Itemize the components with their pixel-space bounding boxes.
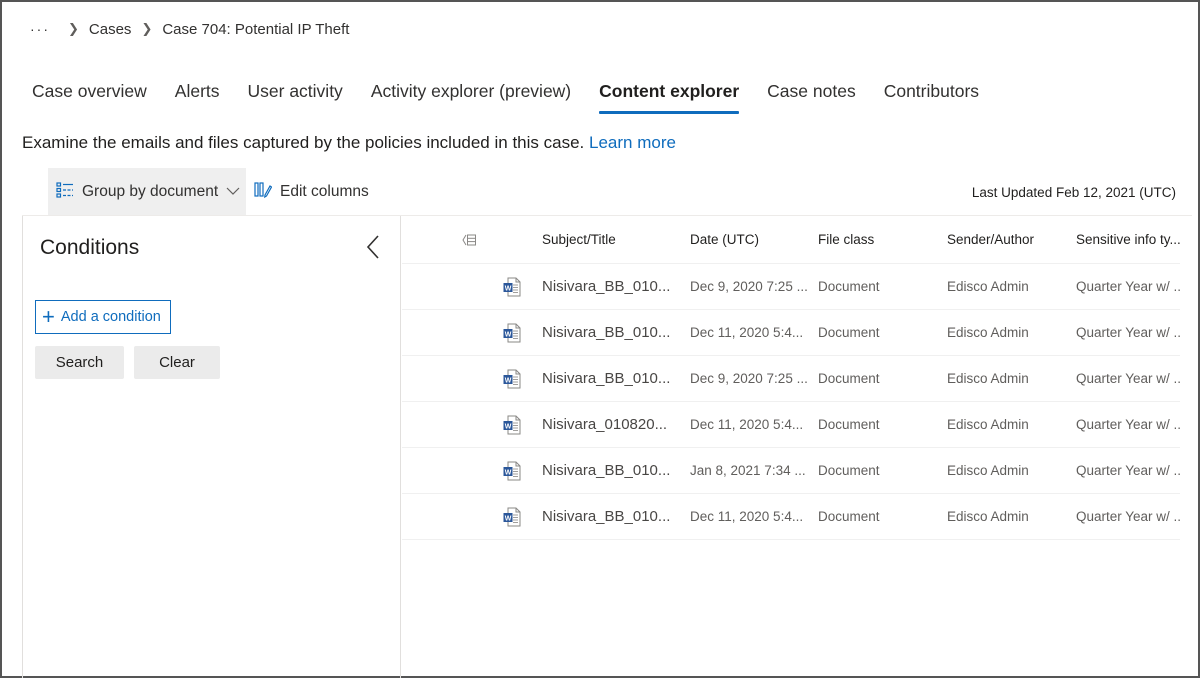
description-text: Examine the emails and files captured by… bbox=[22, 133, 585, 152]
row-subject[interactable]: Nisivara_BB_010... bbox=[542, 448, 682, 493]
column-header-file-class[interactable]: File class bbox=[818, 216, 938, 263]
row-sender: Edisco Admin bbox=[947, 417, 1029, 432]
tab-activity-explorer[interactable]: Activity explorer (preview) bbox=[371, 80, 571, 116]
table-header: Subject/Title Date (UTC) File class Send… bbox=[402, 216, 1180, 264]
collapse-panel-button[interactable] bbox=[363, 234, 385, 260]
row-file-class: Document bbox=[818, 371, 880, 386]
row-file-class: Document bbox=[818, 279, 880, 294]
table-row[interactable]: W Nisivara_BB_010... Dec 9, 2020 7:25 ..… bbox=[402, 264, 1180, 310]
chevron-right-icon: ❯ bbox=[141, 21, 153, 36]
table-row[interactable]: W Nisivara_BB_010... Dec 11, 2020 5:4...… bbox=[402, 494, 1180, 540]
row-file-class: Document bbox=[818, 417, 880, 432]
learn-more-link[interactable]: Learn more bbox=[589, 133, 676, 152]
breadcrumb-cases[interactable]: Cases bbox=[89, 21, 132, 38]
table-row[interactable]: W Nisivara_BB_010... Jan 8, 2021 7:34 ..… bbox=[402, 448, 1180, 494]
svg-text:W: W bbox=[505, 515, 512, 522]
row-sensitive-info: Quarter Year w/ ... bbox=[1076, 463, 1180, 478]
chevron-down-icon bbox=[226, 183, 240, 201]
tab-case-overview[interactable]: Case overview bbox=[32, 80, 147, 116]
row-date: Dec 9, 2020 7:25 ... bbox=[690, 371, 808, 386]
tab-alerts[interactable]: Alerts bbox=[175, 80, 220, 116]
row-sensitive-info: Quarter Year w/ ... bbox=[1076, 509, 1180, 524]
svg-text:W: W bbox=[505, 377, 512, 384]
svg-text:W: W bbox=[505, 423, 512, 430]
tab-bar: Case overview Alerts User activity Activ… bbox=[32, 80, 1007, 116]
add-condition-button[interactable]: + Add a condition bbox=[35, 300, 171, 334]
page-description: Examine the emails and files captured by… bbox=[22, 133, 676, 153]
row-date: Dec 11, 2020 5:4... bbox=[690, 325, 804, 340]
group-by-dropdown[interactable]: Group by document bbox=[48, 168, 246, 216]
word-document-icon: W bbox=[502, 264, 526, 309]
more-icon[interactable]: ··· bbox=[30, 21, 50, 37]
word-document-icon: W bbox=[502, 494, 526, 539]
word-document-icon: W bbox=[502, 448, 526, 493]
column-header-sensitive-info[interactable]: Sensitive info ty... bbox=[1076, 216, 1180, 263]
row-sender: Edisco Admin bbox=[947, 325, 1029, 340]
column-header-date[interactable]: Date (UTC) bbox=[690, 216, 810, 263]
row-subject[interactable]: Nisivara_BB_010... bbox=[542, 264, 682, 309]
svg-text:W: W bbox=[505, 331, 512, 338]
column-header-sender[interactable]: Sender/Author bbox=[947, 216, 1067, 263]
chevron-left-icon bbox=[366, 235, 379, 259]
edit-columns-icon bbox=[254, 181, 273, 204]
row-date: Dec 11, 2020 5:4... bbox=[690, 509, 804, 524]
conditions-title: Conditions bbox=[40, 236, 140, 259]
row-date: Dec 9, 2020 7:25 ... bbox=[690, 279, 808, 294]
svg-text:W: W bbox=[505, 285, 512, 292]
tab-content-explorer[interactable]: Content explorer bbox=[599, 80, 740, 116]
breadcrumb-current-case[interactable]: Case 704: Potential IP Theft bbox=[162, 21, 349, 38]
results-table: Subject/Title Date (UTC) File class Send… bbox=[402, 216, 1180, 540]
last-updated-text: Last Updated Feb 12, 2021 (UTC) bbox=[971, 185, 1176, 200]
search-button[interactable]: Search bbox=[35, 346, 124, 379]
row-subject[interactable]: Nisivara_010820... bbox=[542, 402, 682, 447]
row-subject[interactable]: Nisivara_BB_010... bbox=[542, 494, 682, 539]
tab-user-activity[interactable]: User activity bbox=[248, 80, 343, 116]
row-sender: Edisco Admin bbox=[947, 509, 1029, 524]
clear-button[interactable]: Clear bbox=[134, 346, 220, 379]
plus-icon: + bbox=[42, 304, 55, 329]
row-sender: Edisco Admin bbox=[947, 463, 1029, 478]
row-file-class: Document bbox=[818, 509, 880, 524]
row-sender: Edisco Admin bbox=[947, 371, 1029, 386]
add-condition-label: Add a condition bbox=[60, 309, 161, 325]
row-sensitive-info: Quarter Year w/ ... bbox=[1076, 325, 1180, 340]
word-document-icon: W bbox=[502, 310, 526, 355]
group-list-icon bbox=[56, 181, 74, 203]
toolbar: Group by document Edit columns bbox=[48, 168, 369, 216]
row-sender: Edisco Admin bbox=[947, 279, 1029, 294]
chevron-right-icon: ❯ bbox=[68, 21, 79, 36]
row-file-class: Document bbox=[818, 325, 880, 340]
tab-case-notes[interactable]: Case notes bbox=[767, 80, 856, 116]
select-all-toggle[interactable] bbox=[462, 216, 486, 263]
row-subject[interactable]: Nisivara_BB_010... bbox=[542, 310, 682, 355]
conditions-panel: Conditions + Add a condition Search Clea… bbox=[22, 216, 401, 678]
edit-columns-label: Edit columns bbox=[280, 183, 369, 200]
row-sensitive-info: Quarter Year w/ ... bbox=[1076, 417, 1180, 432]
row-date: Dec 11, 2020 5:4... bbox=[690, 417, 804, 432]
list-toggle-icon bbox=[462, 234, 476, 245]
word-document-icon: W bbox=[502, 402, 526, 447]
svg-text:W: W bbox=[505, 469, 512, 476]
tab-contributors[interactable]: Contributors bbox=[884, 80, 979, 116]
row-file-class: Document bbox=[818, 463, 880, 478]
row-subject[interactable]: Nisivara_BB_010... bbox=[542, 356, 682, 401]
main-content: Conditions + Add a condition Search Clea… bbox=[22, 215, 1192, 678]
row-sensitive-info: Quarter Year w/ ... bbox=[1076, 371, 1180, 386]
breadcrumb: ··· ❯ Cases ❯ Case 704: Potential IP The… bbox=[30, 18, 349, 40]
word-document-icon: W bbox=[502, 356, 526, 401]
table-row[interactable]: W Nisivara_010820... Dec 11, 2020 5:4...… bbox=[402, 402, 1180, 448]
row-sensitive-info: Quarter Year w/ ... bbox=[1076, 279, 1180, 294]
table-row[interactable]: W Nisivara_BB_010... Dec 11, 2020 5:4...… bbox=[402, 310, 1180, 356]
column-header-subject[interactable]: Subject/Title bbox=[542, 216, 682, 263]
row-date: Jan 8, 2021 7:34 ... bbox=[690, 463, 806, 478]
table-row[interactable]: W Nisivara_BB_010... Dec 9, 2020 7:25 ..… bbox=[402, 356, 1180, 402]
edit-columns-button[interactable]: Edit columns bbox=[246, 168, 369, 216]
group-by-label: Group by document bbox=[82, 183, 219, 200]
